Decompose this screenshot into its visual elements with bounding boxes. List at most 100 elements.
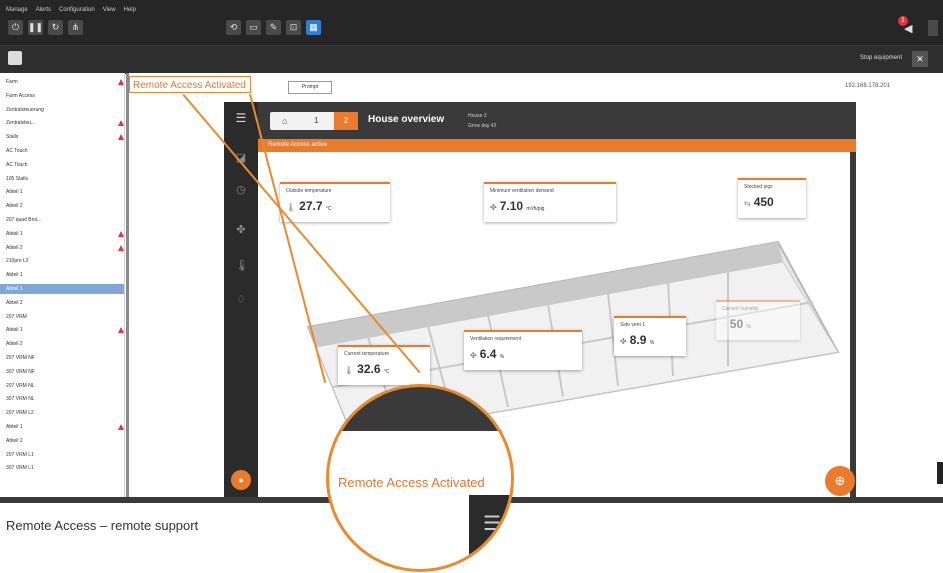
card-unit: % [499,354,505,360]
tree-item-label: 207 VRM [6,313,27,320]
power-icon[interactable]: ⏻ [8,20,23,35]
action-button[interactable]: ⊕ [825,466,855,496]
tree-item[interactable]: Zentralsteu... [0,118,124,128]
tree-item[interactable]: AC Touch [0,146,124,156]
stop-equipment-label[interactable]: Stop equipment [830,55,902,61]
monitor-icon[interactable]: ▭ [246,20,261,35]
prompt-chip[interactable]: Prompt [288,81,332,94]
card-value: 7.10 [499,199,524,213]
equipment-tree: Farm Farm Access Zentralsteuerung Zentralst… [0,73,125,497]
bell-icon[interactable]: ♢ [235,294,247,306]
banner-text: Remote Access active [268,142,328,148]
current-humidity-card[interactable]: Current humidity ◌ 50 % [716,300,800,340]
ventilation-requirement-card[interactable]: Ventilation requirement ✤ 6.4 % [464,330,582,370]
menu-item-help[interactable]: Help [124,7,136,13]
tree-item-label: AC Touch [6,148,28,154]
tree-item-label: 210pro L2 [6,258,29,265]
menu-item-manage[interactable]: Manage [6,7,28,13]
tree-item[interactable]: 307 VRM NL [0,394,124,404]
house-name: House 2 [468,113,487,119]
refresh-icon[interactable]: ↻ [48,20,63,35]
tree-item[interactable]: 207 VRM NL [0,381,124,391]
tree-item[interactable]: 307 VRM L1 [0,463,124,473]
tree-item-label: Farm Access [6,92,35,99]
tree-item-label: 105 Stalls [6,175,28,182]
thermometer-icon: 🌡 [344,366,355,375]
tree-item-label: 207 quad Broi... [6,217,42,223]
alarm-icon [118,120,124,127]
tree-item-label: Abteil 2 [6,437,23,444]
menu-item-alerts[interactable]: Alerts [36,7,51,13]
fan-icon: ✤ [490,203,497,212]
alarm-icon [118,79,124,85]
grid-icon[interactable]: ▦ [306,20,321,35]
humidity-icon: ◌ [722,321,727,330]
outside-temperature-card[interactable]: Outside temperature 🌡 27.7 °C [280,182,390,222]
card-title: Current temperature [344,351,390,357]
tree-item[interactable]: AC Touch [0,160,124,170]
tree-item[interactable]: Abteil 1 [0,422,124,432]
tree-item[interactable]: Farm [0,77,124,87]
tree-item-label: Abteil 2 [6,341,23,348]
tree-item[interactable]: 307 VRM NF [0,367,124,377]
tree-item[interactable]: Abteil 2 [0,243,124,253]
wrench-icon[interactable]: ✎ [266,20,281,35]
side-tab[interactable] [937,462,943,484]
tree-item[interactable]: Abteil 2 [0,298,124,308]
card-value: 450 [753,195,774,209]
pause-icon[interactable]: ❚❚ [28,20,43,35]
more-button[interactable] [928,20,938,36]
side-vent-card[interactable]: Side vent 1 ✤ 8.9 % [614,316,686,356]
tree-item[interactable]: Abteil 2 [0,339,124,349]
tree-item[interactable]: 207 quad Broi... [0,215,124,225]
tree-item[interactable]: 105 Stalls [0,174,124,184]
current-temperature-card[interactable]: Current temperature 🌡 32.6 °C [338,345,430,385]
tree-item[interactable]: Abteil 2 [0,436,124,446]
house-tab-1[interactable]: 1 [314,116,318,125]
tree-item[interactable]: 207 VRM L1 [0,450,124,460]
thermometer-icon: 🌡 [286,203,297,212]
tree-icon[interactable]: ⋔ [68,20,83,35]
reset-icon[interactable]: ⟲ [226,20,241,35]
tree-item[interactable]: 207 VRM L2 [0,408,124,418]
panel-toggle-button[interactable] [8,51,22,65]
menu-item-view[interactable]: View [103,7,116,13]
tree-item[interactable]: Zentralsteuerung [0,105,124,115]
ip-address: 192.168.178.201 [845,83,891,89]
card-value: 50 [729,317,744,331]
tree-item-label: 307 VRM L1 [6,465,34,472]
gauge-icon[interactable]: ◷ [235,184,247,196]
card-unit: m³/h/pig [526,206,545,212]
tree-item-label: Abteil 1 [6,327,23,334]
alarm-icon [118,134,124,141]
min-ventilation-card[interactable]: Minimum ventilation demand ✤ 7.10 m³/h/pi… [484,182,616,222]
home-icon[interactable]: ⌂ [282,116,287,126]
top-toolbar [0,0,943,45]
tree-item-label: Abteil 1 [6,286,23,292]
screenshot-icon[interactable]: ⊡ [286,20,301,35]
hamburger-icon[interactable]: ☰ [235,112,247,124]
stop-equipment-button[interactable]: ✕ [912,51,928,67]
tree-item[interactable]: 207 VRM [0,312,124,322]
house-tab-2[interactable]: 2 [334,112,358,130]
tree-item[interactable]: Stalls [0,132,124,142]
tree-item[interactable]: Farm Access [0,91,124,101]
alarm-icon [118,244,124,251]
tree-item[interactable]: Abteil 2 [0,201,124,211]
tree-item[interactable]: Abteil 1 [0,284,124,294]
tree-item[interactable]: Abteil 1 [0,270,124,280]
tree-item[interactable]: Abteil 1 [0,229,124,239]
card-unit: % [649,340,655,346]
tree-item[interactable]: Abteil 1 [0,187,124,197]
user-avatar[interactable]: ● [231,470,251,490]
magnifier-callout: Remote Access Activated ☰ [326,384,514,572]
tree-item[interactable]: Abteil 1 [0,325,124,335]
magnified-header [329,387,511,431]
card-title: Stocked pigs [744,184,773,190]
tree-item[interactable]: 210pro L2 [0,256,124,266]
thermometer-icon[interactable]: 🌡 [235,260,249,272]
fan-icon[interactable]: ✤ [235,224,247,236]
stocked-pigs-card[interactable]: Stocked pigs ⇆ 450 [738,178,806,218]
menu-item-configuration[interactable]: Configuration [59,7,95,13]
tree-item[interactable]: 207 VRM NF [0,353,124,363]
